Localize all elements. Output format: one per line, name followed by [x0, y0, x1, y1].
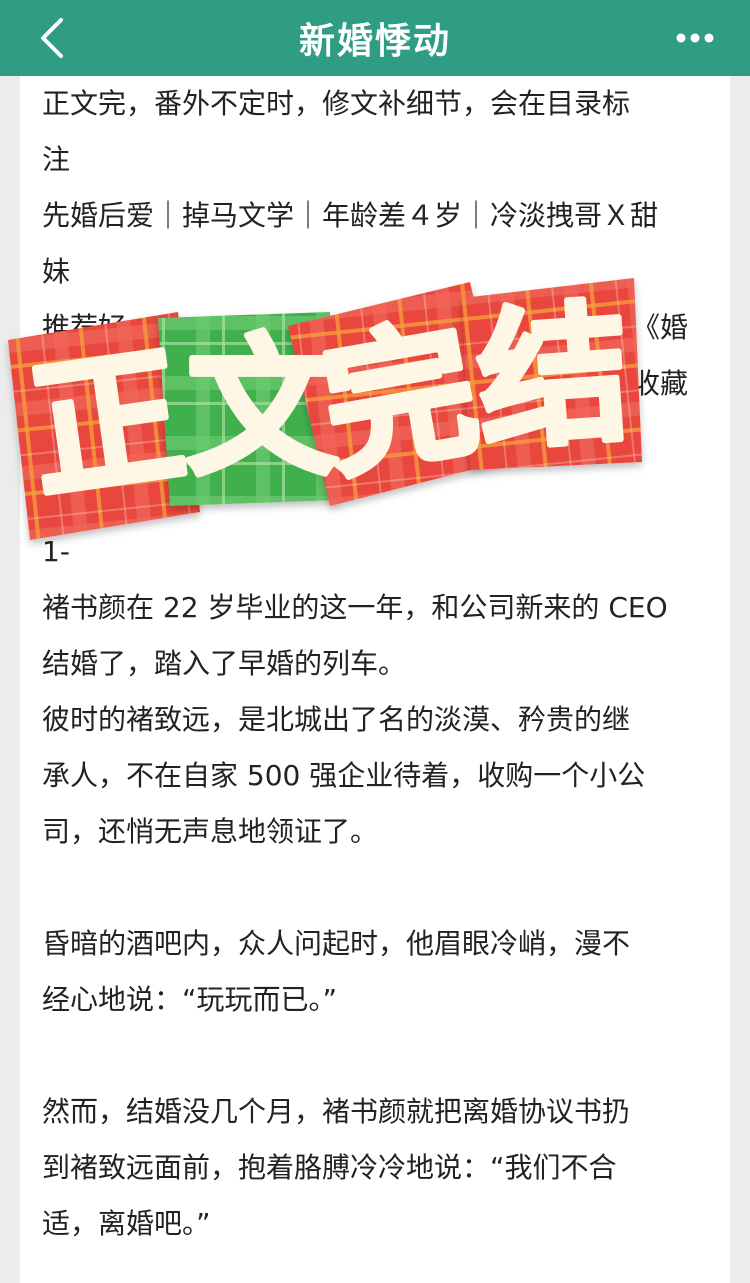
back-button[interactable] [30, 10, 74, 66]
text-line-fragment: 《婚 [632, 311, 689, 344]
text-line: 推荐好 [42, 311, 127, 344]
chevron-left-icon [41, 18, 63, 58]
text-line: 先婚后爱｜掉马文学｜年龄差４岁｜冷淡拽哥Ｘ甜 [42, 199, 659, 232]
text-line: 正文完，番外不定时，修文补细节，会在目录标 [42, 87, 631, 120]
text-line-fragment: 收藏 [632, 367, 689, 400]
page-title: 新婚悸动 [298, 21, 451, 62]
more-button[interactable] [670, 14, 720, 62]
text-line: 经心地说：“玩玩而已。” [42, 983, 338, 1016]
text-line: 注 [42, 143, 71, 176]
text-line: 结婚了，踏入了早婚的列车。 [42, 647, 407, 680]
text-line: 到褚致远面前，抱着胳膊冷冷地说：“我们不合 [42, 1151, 617, 1184]
text-line: 昏暗的酒吧内，众人问起时，他眉眼冷峭，漫不 [42, 927, 631, 960]
more-dots-icon [676, 33, 714, 43]
text-line: 司，还悄无声息地领证了。 [42, 815, 379, 848]
chapter-number: 1- [42, 535, 70, 568]
top-nav-bar: 新婚悸动 [0, 0, 750, 76]
text-line: 妹 [42, 255, 71, 288]
text-line: 承人，不在自家 500 强企业待着，收购一个小公 [42, 759, 646, 792]
text-line: 褚书颜在 22 岁毕业的这一年，和公司新来的 CEO [42, 591, 668, 624]
text-line: 适，离婚吧。” [42, 1207, 211, 1240]
text-line: 然而，结婚没几个月，褚书颜就把离婚协议书扔 [42, 1095, 631, 1128]
text-line: 彼时的褚致远，是北城出了名的淡漠、矜贵的继 [42, 703, 631, 736]
